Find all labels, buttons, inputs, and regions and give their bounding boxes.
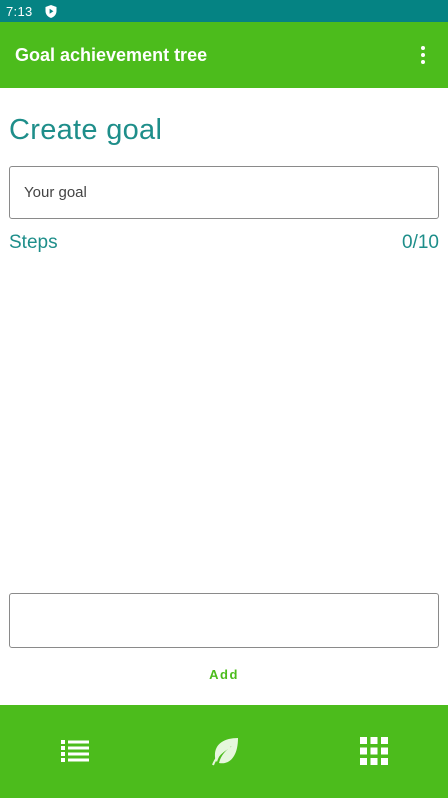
screen: 7:13 Goal achievement tree Create goal S…: [0, 0, 448, 798]
app-bar: Goal achievement tree: [0, 22, 448, 88]
step-input[interactable]: [9, 593, 439, 648]
shield-play-icon: [45, 4, 57, 18]
bottom-nav: [0, 705, 448, 798]
app-title: Goal achievement tree: [15, 44, 208, 65]
steps-count: 0/10: [402, 232, 439, 253]
steps-label: Steps: [9, 232, 58, 253]
goal-input[interactable]: [9, 166, 439, 219]
status-time: 7:13: [6, 3, 33, 19]
apps-grid-icon[interactable]: [358, 735, 390, 767]
more-vert-icon[interactable]: [408, 40, 438, 70]
status-bar: 7:13: [0, 0, 448, 22]
leaf-icon[interactable]: [209, 735, 241, 767]
add-step-button[interactable]: Add: [184, 660, 264, 688]
page-title: Create goal: [9, 114, 163, 146]
list-icon[interactable]: [59, 735, 91, 767]
